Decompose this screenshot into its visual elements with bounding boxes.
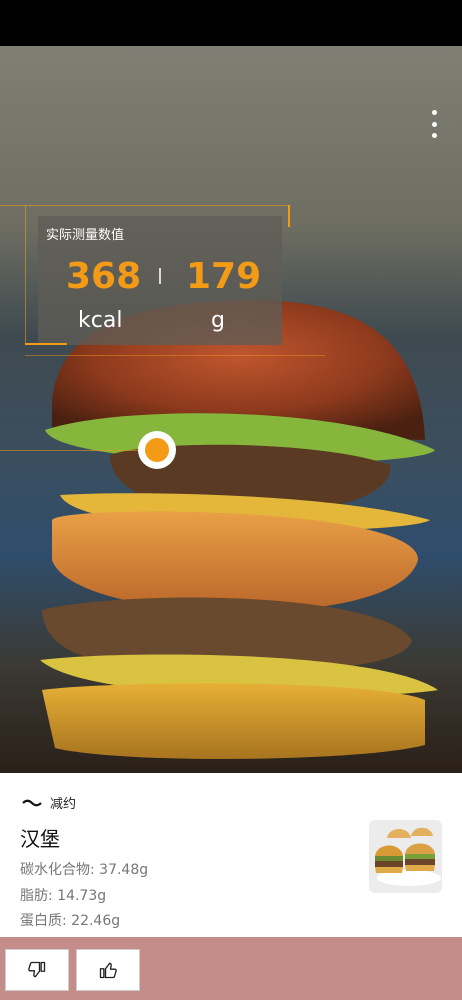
guide-corner-left — [25, 343, 67, 345]
focus-marker[interactable] — [138, 431, 176, 469]
nutrient-fat: 脂肪: 14.73g — [20, 888, 107, 904]
food-name: 汉堡 — [20, 827, 60, 851]
guide-corner-right — [288, 205, 290, 227]
dislike-button[interactable] — [5, 949, 69, 991]
food-thumbnail[interactable] — [369, 820, 442, 893]
brand-logo-icon — [22, 799, 42, 806]
nutrient-protein: 蛋白质: 22.46g — [20, 913, 121, 929]
status-bar — [0, 0, 462, 46]
panel-title: 实际测量数值 — [46, 228, 125, 243]
guide-line-marker — [0, 450, 140, 451]
guide-line-top — [0, 205, 290, 206]
brand-label: 减约 — [50, 797, 77, 812]
value-divider — [159, 268, 161, 284]
nutrient-carbs: 碳水化合物: 37.48g — [20, 862, 149, 878]
weight-value: 179 — [186, 256, 262, 297]
thumbs-up-icon — [99, 962, 117, 979]
like-button[interactable] — [76, 949, 140, 991]
measurement-panel: 实际测量数值 368 179 kcal g — [38, 216, 282, 345]
guide-line-bottom — [25, 355, 325, 356]
calories-value: 368 — [66, 256, 142, 297]
burger-photo — [40, 300, 438, 759]
weight-unit: g — [211, 308, 225, 333]
brand: 减约 — [22, 793, 76, 812]
camera-view — [0, 46, 462, 773]
more-options-icon[interactable] — [428, 110, 440, 138]
food-info-card: 减约 汉堡 碳水化合物: 37.48g 脂肪: 14.73g 蛋白质: 22.4… — [0, 773, 462, 937]
guide-line-left — [25, 205, 26, 345]
calories-unit: kcal — [78, 308, 123, 333]
thumbs-down-icon — [28, 961, 46, 978]
bottom-bar — [0, 937, 462, 1000]
